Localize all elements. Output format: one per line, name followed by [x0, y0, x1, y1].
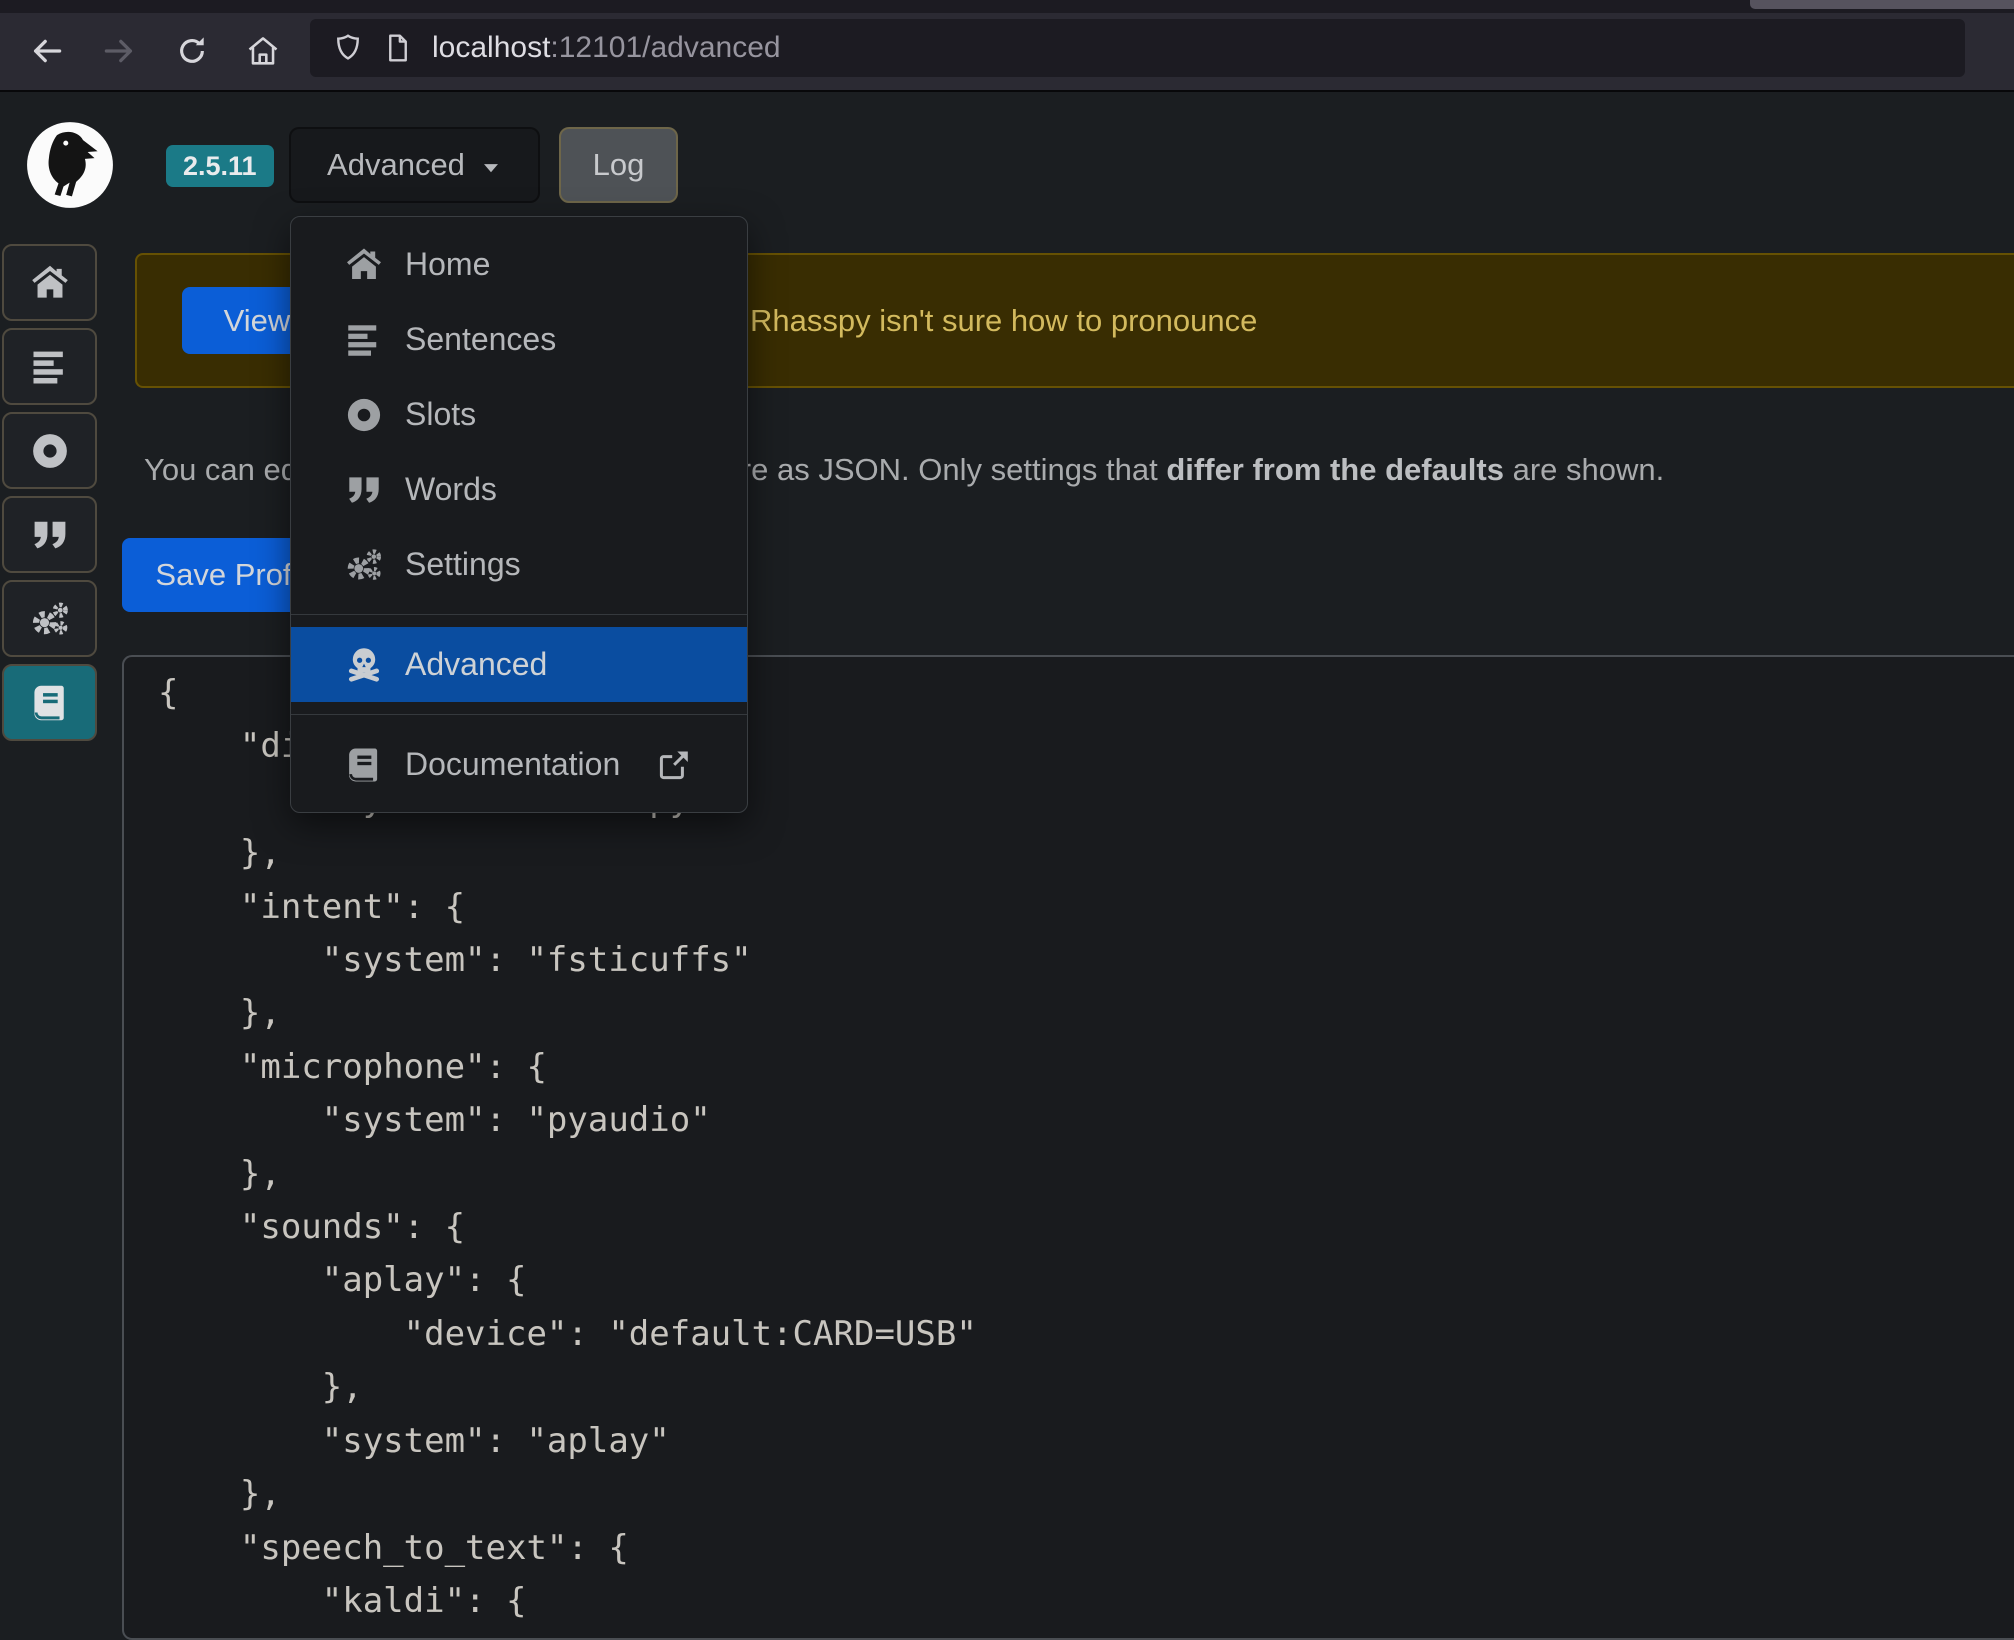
code-line: "microphone": { — [158, 1041, 2014, 1094]
words-icon — [343, 469, 385, 511]
skull-icon — [343, 644, 385, 686]
menu-item-slots[interactable]: Slots — [291, 377, 747, 452]
menu-item-advanced[interactable]: Advanced — [291, 627, 747, 702]
browser-toolbar: localhost:12101/advanced — [0, 0, 2014, 92]
code-line: "speech_to_text": { — [158, 1522, 2014, 1575]
intro-text-bold: differ from the defaults — [1166, 452, 1504, 487]
page-nav-dropdown-menu: Home Sentences Slots Words Settings Adva… — [290, 216, 748, 813]
browser-tab-edge — [1750, 0, 2014, 9]
code-line: }, — [158, 987, 2014, 1040]
code-line: "device": "default:CARD=USB" — [158, 1308, 2014, 1361]
sidebar-item-settings[interactable] — [2, 580, 97, 657]
warning-message: Rhasspy isn't sure how to pronounce — [750, 303, 1257, 339]
rhasspy-logo[interactable] — [24, 119, 116, 211]
url-text: localhost:12101/advanced — [432, 31, 781, 65]
external-link-icon — [656, 747, 692, 783]
menu-item-home[interactable]: Home — [291, 227, 747, 302]
browser-home-button[interactable] — [245, 33, 281, 69]
url-path: :12101/advanced — [550, 31, 780, 64]
slots-icon — [28, 429, 72, 473]
book-icon — [28, 681, 72, 725]
menu-item-label: Sentences — [405, 321, 556, 358]
browser-forward-button[interactable] — [101, 33, 137, 69]
sidebar-item-home[interactable] — [2, 244, 97, 321]
browser-reload-button[interactable] — [174, 33, 210, 69]
settings-icon — [28, 597, 72, 641]
code-line: "kaldi": { — [158, 1575, 2014, 1628]
menu-item-settings[interactable]: Settings — [291, 527, 747, 602]
menu-item-label: Documentation — [405, 746, 620, 783]
code-line: "system": "aplay" — [158, 1415, 2014, 1468]
home-icon — [343, 244, 385, 286]
code-line: }, — [158, 1468, 2014, 1521]
intro-text-after: are shown. — [1504, 452, 1664, 487]
sidebar-item-sentences[interactable] — [2, 328, 97, 405]
sentences-icon — [343, 319, 385, 361]
url-bar[interactable]: localhost:12101/advanced — [310, 19, 1965, 77]
menu-divider — [291, 714, 747, 715]
menu-item-label: Home — [405, 246, 490, 283]
page-nav-dropdown-toggle[interactable]: Advanced — [289, 127, 540, 203]
code-line: "aplay": { — [158, 1254, 2014, 1307]
code-line: }, — [158, 1361, 2014, 1414]
menu-item-documentation[interactable]: Documentation — [291, 727, 747, 802]
sidebar-item-words[interactable] — [2, 496, 97, 573]
menu-divider — [291, 614, 747, 615]
book-icon — [343, 744, 385, 786]
url-host: localhost — [432, 31, 550, 64]
slots-icon — [343, 394, 385, 436]
settings-icon — [343, 544, 385, 586]
words-icon — [28, 513, 72, 557]
menu-item-label: Settings — [405, 546, 521, 583]
code-line: }, — [158, 1148, 2014, 1201]
sidebar-item-advanced[interactable] — [2, 664, 97, 741]
sidebar-item-slots[interactable] — [2, 412, 97, 489]
home-icon — [28, 261, 72, 305]
menu-item-label: Words — [405, 471, 497, 508]
version-badge: 2.5.11 — [166, 145, 274, 187]
code-line: "intent": { — [158, 881, 2014, 934]
page-info-icon[interactable] — [382, 32, 414, 64]
chevron-down-icon — [480, 157, 502, 179]
browser-tab-strip — [0, 0, 2014, 13]
code-line: "system": "pyaudio" — [158, 1094, 2014, 1147]
code-line: "system": "fsticuffs" — [158, 934, 2014, 987]
log-button[interactable]: Log — [559, 127, 678, 203]
menu-item-label: Slots — [405, 396, 476, 433]
menu-item-sentences[interactable]: Sentences — [291, 302, 747, 377]
menu-item-words[interactable]: Words — [291, 452, 747, 527]
menu-item-label: Advanced — [405, 646, 547, 683]
code-line: "sounds": { — [158, 1201, 2014, 1254]
page-nav-dropdown-label: Advanced — [327, 147, 465, 183]
code-line: }, — [158, 827, 2014, 880]
sentences-icon — [28, 345, 72, 389]
browser-back-button[interactable] — [29, 33, 65, 69]
shield-icon[interactable] — [332, 32, 364, 64]
